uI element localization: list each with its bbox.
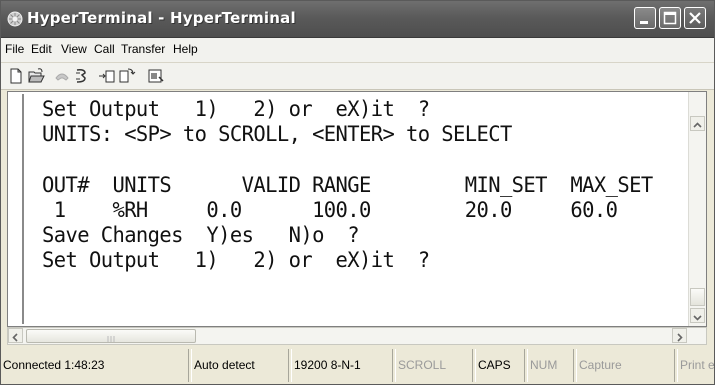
status-num: NUM [527, 349, 574, 382]
send-icon[interactable] [98, 67, 116, 85]
window-title: HyperTerminal - HyperTerminal [27, 9, 296, 27]
minimize-icon [640, 21, 648, 24]
scroll-up-button[interactable] [690, 116, 705, 131]
menu-view[interactable]: View [61, 42, 87, 56]
menu-bar: File Edit View Call Transfer Help [1, 38, 714, 63]
status-caps: CAPS [475, 349, 525, 382]
maximize-button[interactable] [659, 7, 681, 29]
terminal-line: OUT# UNITS VALID RANGE MIN_SET MAX_SET [42, 171, 653, 198]
disconnect-icon[interactable] [73, 67, 91, 85]
hyperterminal-window: HyperTerminal - HyperTerminal File Edit … [0, 0, 715, 385]
minimize-button[interactable] [634, 7, 656, 29]
status-scroll: SCROLL [395, 349, 473, 382]
scroll-down-button[interactable] [690, 308, 705, 323]
status-capture: Capture [576, 349, 675, 382]
status-bar: Connected 1:48:23 Auto detect 19200 8-N-… [1, 347, 714, 384]
connect-icon[interactable] [53, 67, 71, 85]
terminal-line: Set Output 1) 2) or eX)it ? [42, 246, 430, 273]
status-connected: Connected 1:48:23 [1, 349, 189, 382]
chevron-down-icon [693, 315, 702, 321]
close-icon [689, 12, 701, 24]
receive-icon[interactable] [118, 67, 136, 85]
new-icon[interactable] [7, 67, 25, 85]
horizontal-scrollbar[interactable] [7, 327, 707, 345]
horizontal-scroll-thumb[interactable] [26, 329, 196, 343]
vertical-scrollbar[interactable] [688, 92, 706, 326]
title-bar[interactable]: HyperTerminal - HyperTerminal [1, 1, 714, 38]
menu-call[interactable]: Call [94, 42, 115, 56]
hyperterminal-app-icon [7, 11, 23, 27]
scroll-left-button[interactable] [8, 328, 23, 343]
terminal-screen[interactable]: Set Output 1) 2) or eX)it ? UNITS: <SP> … [22, 94, 690, 324]
toolbar [1, 63, 714, 90]
terminal-frame: Set Output 1) 2) or eX)it ? UNITS: <SP> … [7, 91, 707, 327]
chevron-up-icon [693, 122, 702, 128]
scroll-right-button[interactable] [672, 328, 687, 343]
menu-help[interactable]: Help [173, 42, 198, 56]
status-detect: Auto detect [191, 349, 289, 382]
menu-edit[interactable]: Edit [31, 42, 52, 56]
menu-transfer[interactable]: Transfer [121, 42, 165, 56]
status-settings: 19200 8-N-1 [291, 349, 393, 382]
terminal-line: 1 %RH 0.0 100.0 20.0 60.0 [42, 196, 618, 223]
chevron-left-icon [12, 333, 18, 342]
menu-file[interactable]: File [5, 42, 24, 56]
scroll-thumb[interactable] [690, 288, 705, 306]
terminal-line: Set Output 1) 2) or eX)it ? [42, 95, 430, 122]
properties-icon[interactable] [147, 67, 165, 85]
open-icon[interactable] [27, 67, 45, 85]
terminal-line: Save Changes Y)es N)o ? [42, 221, 360, 248]
close-button[interactable] [684, 7, 706, 29]
chevron-right-icon [677, 333, 683, 342]
grip-icon [107, 336, 115, 342]
status-print-echo: Print echo [677, 349, 714, 382]
terminal-line: UNITS: <SP> to SCROLL, <ENTER> to SELECT [42, 120, 512, 147]
maximize-icon [663, 11, 677, 25]
